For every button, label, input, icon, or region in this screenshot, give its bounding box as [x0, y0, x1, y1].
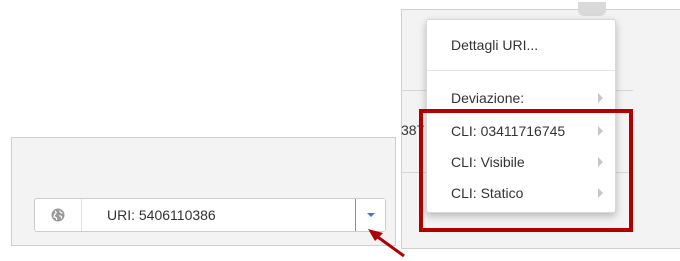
annotation-arrow-icon — [368, 229, 405, 258]
